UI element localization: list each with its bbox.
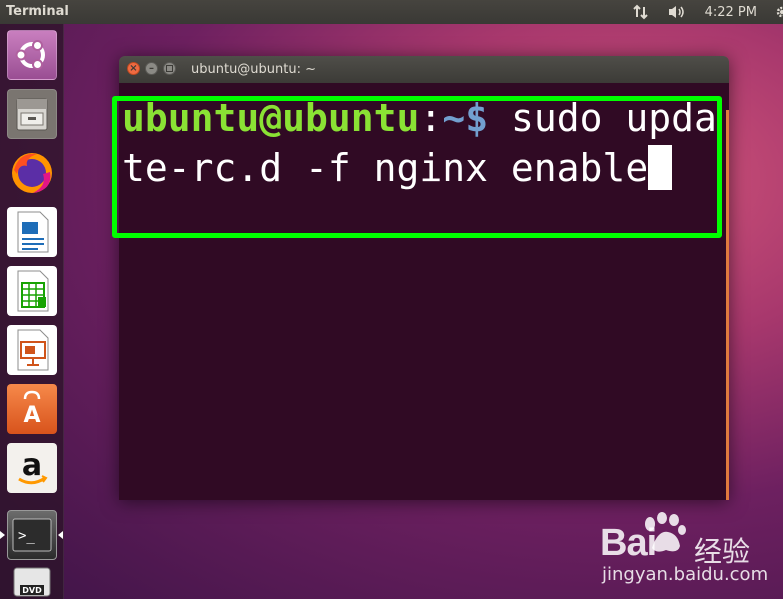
close-button[interactable]: × bbox=[127, 62, 140, 75]
maximize-icon bbox=[166, 65, 173, 72]
libreoffice-calc-button[interactable] bbox=[7, 266, 57, 316]
window-title: ubuntu@ubuntu: ~ bbox=[191, 62, 317, 77]
network-icon[interactable] bbox=[632, 4, 649, 20]
active-app-title: Terminal bbox=[6, 4, 69, 19]
ubuntu-dash-button[interactable] bbox=[7, 30, 57, 80]
window-titlebar[interactable]: × – ubuntu@ubuntu: ~ bbox=[119, 56, 729, 83]
settings-gear-icon[interactable] bbox=[775, 5, 783, 19]
document-writer-icon bbox=[17, 211, 49, 253]
libreoffice-impress-button[interactable] bbox=[7, 325, 57, 375]
active-left-arrow-icon bbox=[0, 531, 5, 539]
close-icon: × bbox=[129, 62, 138, 74]
maximize-button[interactable] bbox=[163, 62, 176, 75]
baidu-watermark: Bai 经验 jingyan.baidu.com bbox=[598, 512, 783, 599]
firefox-button[interactable] bbox=[7, 148, 57, 198]
active-right-arrow-icon bbox=[58, 531, 63, 539]
dvd-icon: DVD bbox=[13, 567, 51, 597]
scrollbar-edge[interactable] bbox=[726, 110, 729, 500]
presentation-impress-icon bbox=[17, 329, 49, 371]
terminal-prompt-glyph: >_ bbox=[18, 528, 35, 544]
watermark-url: jingyan.baidu.com bbox=[602, 564, 769, 585]
ubuntu-software-button[interactable]: A bbox=[7, 384, 57, 434]
highlight-box bbox=[112, 96, 722, 238]
amazon-logo-icon: a bbox=[18, 448, 48, 485]
dvd-label: DVD bbox=[22, 586, 42, 595]
libreoffice-writer-button[interactable] bbox=[7, 207, 57, 257]
watermark-brand: Bai bbox=[600, 522, 657, 564]
top-panel: Terminal 4:22 PM bbox=[0, 0, 783, 24]
volume-icon[interactable] bbox=[667, 4, 687, 20]
terminal-button[interactable]: >_ bbox=[7, 510, 57, 560]
dvd-button[interactable]: DVD bbox=[7, 566, 57, 599]
svg-text:A: A bbox=[23, 403, 40, 428]
file-cabinet-icon bbox=[16, 98, 48, 131]
terminal-icon: >_ bbox=[12, 518, 52, 552]
minimize-button[interactable]: – bbox=[145, 62, 158, 75]
system-tray: 4:22 PM bbox=[624, 0, 783, 24]
files-button[interactable] bbox=[7, 89, 57, 139]
launcher: A a >_ DVD bbox=[0, 24, 64, 599]
spreadsheet-calc-icon bbox=[17, 270, 49, 312]
amazon-button[interactable]: a bbox=[7, 443, 57, 493]
clock[interactable]: 4:22 PM bbox=[705, 5, 757, 20]
amazon-letter: a bbox=[22, 448, 42, 483]
shopping-bag-icon: A bbox=[23, 390, 41, 428]
firefox-icon bbox=[12, 153, 52, 193]
minimize-icon: – bbox=[149, 62, 154, 74]
ubuntu-logo-icon bbox=[15, 40, 45, 70]
